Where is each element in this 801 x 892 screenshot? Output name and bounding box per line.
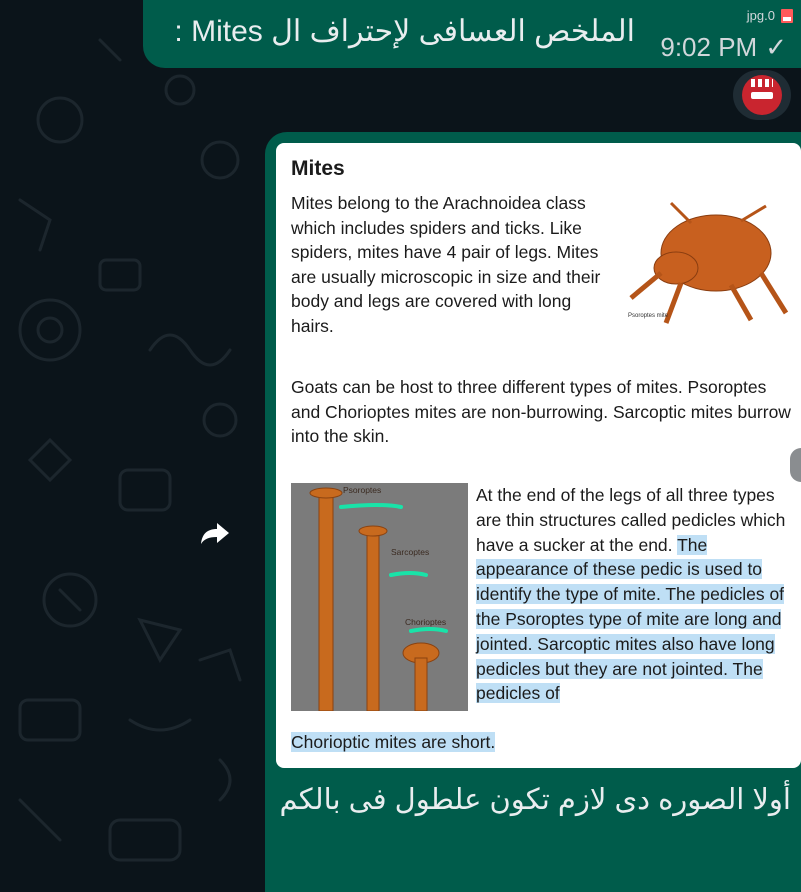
pedicle-label: Chorioptes — [405, 617, 447, 627]
mite-image-caption: Psoroptes mite — [628, 313, 669, 319]
selected-text[interactable]: The appearance of these pedic is used to… — [476, 534, 785, 704]
image-content[interactable]: Mites Mites belong to the Arachnoidea cl… — [276, 143, 801, 768]
pedicle-label: Sarcoptes — [391, 547, 430, 557]
paragraph-host: Goats can be host to three different typ… — [291, 377, 791, 446]
pedicle-label: Psoroptes — [343, 485, 382, 495]
outgoing-message-bubble[interactable]: الملخص العسافى لإحتراف ال Mites : jpg.0 … — [143, 0, 801, 68]
file-icon — [781, 8, 793, 23]
paragraph-pedicles-plain: At the end of the legs of all three type… — [476, 485, 786, 555]
card-title: Mites — [291, 157, 345, 180]
pedicle-illustration: Psoroptes Sarcoptes Chorioptes — [291, 483, 468, 712]
paragraph-pedicles: At the end of the legs of all three type… — [476, 483, 796, 706]
paragraph-pedicles-tail: Chorioptic mites are short. — [291, 732, 496, 753]
share-forward-icon[interactable] — [195, 513, 235, 553]
emoji-avatar-icon[interactable] — [733, 70, 791, 120]
scroll-handle[interactable] — [790, 448, 801, 482]
image-caption: أولا الصوره دى لازم تكون علطول فى بالكم — [279, 784, 791, 816]
mite-illustration — [629, 201, 789, 324]
attachment-info[interactable]: jpg.0 — [747, 8, 793, 23]
message-time: 9:02 PM — [660, 32, 758, 62]
message-text: الملخص العسافى لإحتراف ال Mites : — [174, 15, 635, 48]
double-check-icon: ✓ — [765, 32, 787, 62]
message-meta: 9:02 PM ✓ — [660, 32, 787, 63]
selected-text-tail[interactable]: Chorioptic mites are short. — [291, 732, 496, 752]
paragraph-intro: Mites belong to the Arachnoidea class wh… — [291, 193, 601, 336]
attachment-name: jpg.0 — [746, 8, 775, 23]
